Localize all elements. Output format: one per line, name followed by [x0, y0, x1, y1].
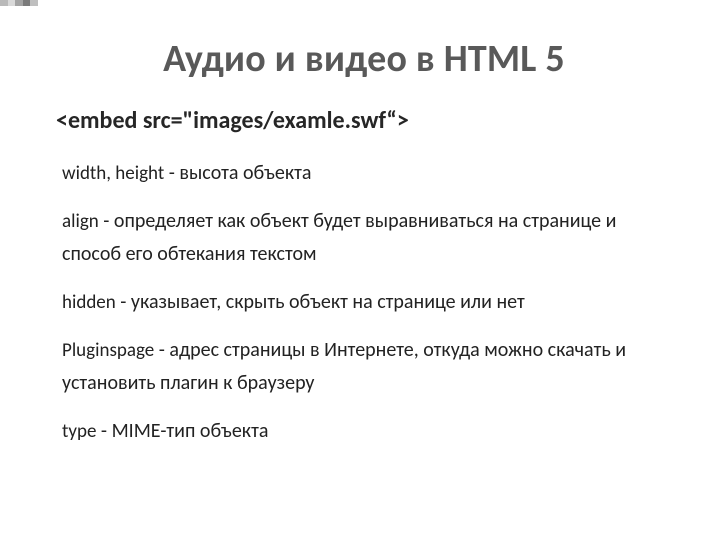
- attr-item: type - MIME-тип объекта: [62, 415, 672, 447]
- attr-item: Pluginspage - адрес страницы в Интернете…: [62, 334, 672, 398]
- attr-desc: - определяет как объект будет выравниват…: [62, 209, 616, 265]
- code-example: <embed src="images/examle.swf“>: [56, 106, 672, 135]
- attr-desc: - MIME-тип объекта: [96, 419, 268, 443]
- accent-stripe: [0, 0, 38, 6]
- attr-name: Pluginspage: [62, 339, 154, 362]
- attr-name: hidden: [62, 291, 116, 314]
- slide-title: Аудио и видео в HTML 5: [56, 36, 672, 82]
- attr-item: width, height - высота объекта: [62, 157, 672, 189]
- slide: Аудио и видео в HTML 5 <embed src="image…: [0, 0, 720, 540]
- attr-desc: - указывает, скрыть объект на странице и…: [116, 290, 525, 314]
- attr-desc: - высота объекта: [164, 161, 311, 185]
- attribute-list: width, height - высота объекта align - о…: [56, 157, 672, 447]
- attr-item: align - определяет как объект будет выра…: [62, 205, 672, 269]
- attr-name: type: [62, 420, 96, 443]
- attr-name: width, height: [62, 162, 164, 185]
- attr-name: align: [62, 210, 99, 233]
- attr-item: hidden - указывает, скрыть объект на стр…: [62, 286, 672, 318]
